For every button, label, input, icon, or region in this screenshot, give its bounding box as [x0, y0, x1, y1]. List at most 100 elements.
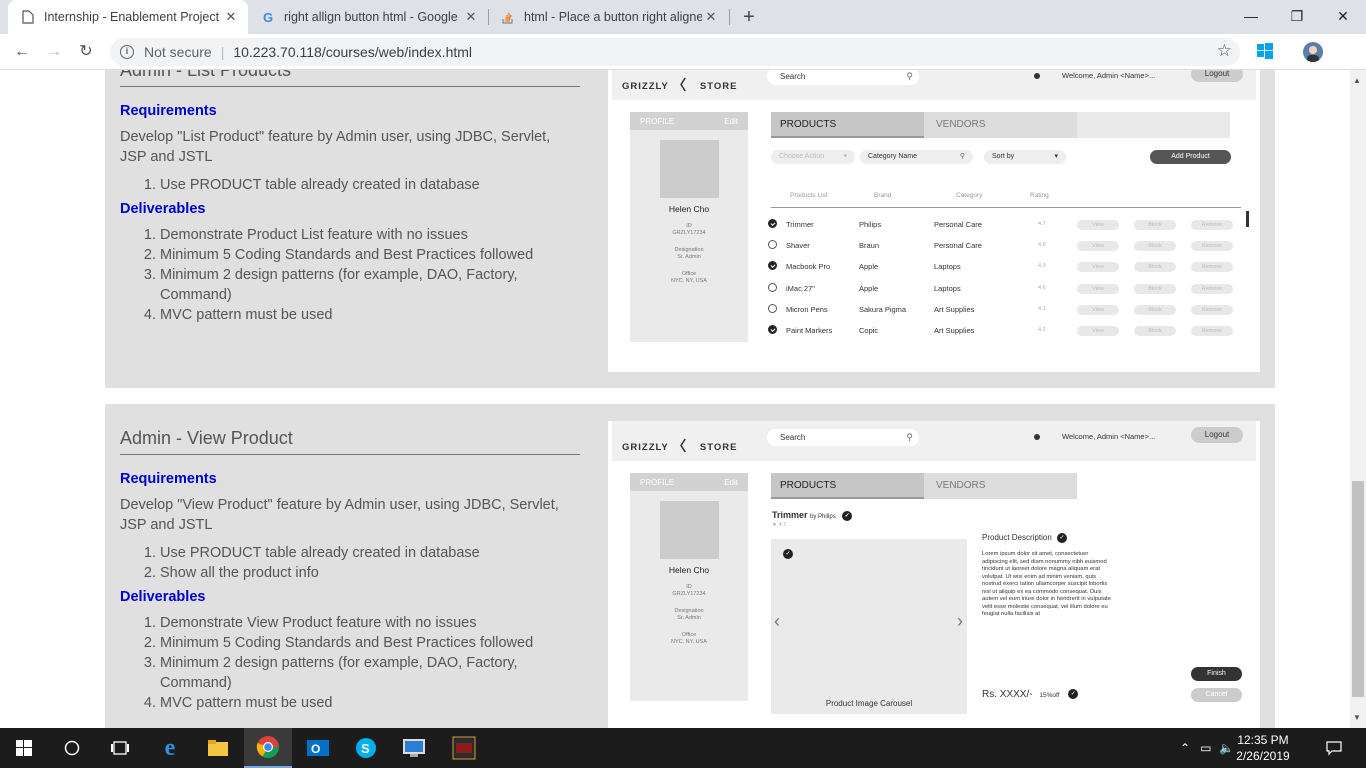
close-tab-icon[interactable]: ✕ — [222, 9, 240, 25]
product-brand: Braun — [859, 241, 880, 251]
product-category: Laptops — [934, 283, 961, 293]
product-name: iMac 27" — [786, 283, 815, 293]
close-window-button[interactable]: ✕ — [1320, 0, 1366, 34]
view-product-name: Trimmer by Philips ✓ — [772, 510, 853, 521]
description-text: Lorem ipsum dolor sit amet, consectetuer… — [982, 551, 1111, 617]
minimize-button[interactable]: — — [1228, 0, 1274, 34]
image-carousel: ✓ ‹ › Product Image Carousel — [771, 539, 967, 714]
row-action-button: Remove — [1191, 304, 1233, 315]
product-rating: 4.2 — [1038, 327, 1046, 333]
mock-search: Search ⚲ — [767, 429, 919, 446]
clock-date: 2/26/2019 — [1236, 749, 1290, 763]
back-button[interactable]: ← — [10, 40, 34, 64]
notifications-icon[interactable] — [1310, 728, 1358, 768]
search-icon: ⚲ — [906, 432, 913, 442]
store-logo: GRIZZLY 〈 STORE — [622, 438, 738, 454]
product-name: Micron Pens — [786, 304, 828, 314]
category-search: Category Name ⚲ — [860, 150, 973, 164]
new-tab-button[interactable]: + — [738, 4, 760, 30]
chrome-taskbar-icon[interactable] — [244, 728, 292, 768]
app-icon[interactable] — [440, 728, 488, 768]
tab-title: Internship - Enablement Project — [44, 10, 220, 24]
bookmark-star-icon[interactable]: ☆ — [1217, 41, 1232, 61]
close-tab-icon[interactable]: ✕ — [462, 9, 480, 25]
mock-welcome: Welcome, Admin <Name>... — [1062, 432, 1156, 441]
reload-button[interactable]: ↻ — [74, 40, 98, 64]
notification-icon — [1034, 73, 1040, 79]
product-rating: 4.8 — [1038, 242, 1046, 249]
row-action-button: View — [1077, 262, 1119, 273]
list-item: Demonstrate Product List feature with no… — [160, 225, 580, 245]
tab-stackoverflow[interactable]: html - Place a button right aligne ✕ — [488, 0, 728, 34]
list-item: Show all the product info — [160, 563, 580, 583]
table-header-line — [771, 207, 1241, 208]
sort-select: Sort by ▾ — [984, 150, 1066, 164]
product-category: Laptops — [934, 262, 961, 272]
chevron-up-icon[interactable]: ⌃ — [1180, 741, 1190, 755]
remote-desktop-icon[interactable] — [390, 728, 438, 768]
search-icon[interactable] — [48, 728, 96, 768]
section-view-product: Admin - View Product Requirements Develo… — [105, 404, 1275, 728]
stackoverflow-icon — [500, 9, 516, 25]
svg-text:S: S — [361, 741, 370, 756]
mock-logout: Logout — [1191, 427, 1243, 443]
profile-avatar[interactable] — [1303, 42, 1323, 62]
network-icon[interactable]: ▭ — [1200, 741, 1211, 755]
tab-title: html - Place a button right aligne — [524, 10, 702, 24]
product-brand: Apple — [859, 283, 879, 293]
svg-text:O: O — [311, 742, 320, 756]
clock[interactable]: 12:35 PM 2/26/2019 — [1227, 732, 1299, 764]
windows-taskbar: e O S ⌃ ▭ 🔈 12:35 PM 2/26/2019 — [0, 728, 1366, 768]
mock-header: GRIZZLY 〈 STORE Search ⚲ Welcome, Admin <… — [612, 70, 1256, 100]
deliverables-list: Demonstrate View Product feature with no… — [160, 613, 580, 713]
product-brand: Copic — [859, 326, 879, 335]
info-icon[interactable]: i — [120, 45, 134, 59]
google-icon: G — [262, 9, 274, 25]
product-name: Paint Markers — [786, 326, 833, 335]
table-scrollbar — [1246, 211, 1249, 227]
task-view-icon[interactable] — [96, 728, 144, 768]
start-button[interactable] — [0, 728, 48, 768]
description: Develop "View Product" feature by Admin … — [120, 497, 559, 533]
file-explorer-icon[interactable] — [194, 728, 242, 768]
page-scrollbar[interactable]: ▲ ▼ — [1350, 70, 1366, 728]
omnibox[interactable]: i Not secure | 10.223.70.118/courses/web… — [110, 38, 1240, 66]
product-category: Personal Care — [934, 241, 982, 251]
product-category: Personal Care — [934, 220, 982, 229]
section-title: Admin - List Products — [120, 70, 580, 87]
mock-tabs: PRODUCTS VENDORS — [771, 112, 1230, 138]
skype-icon[interactable]: S — [342, 728, 390, 768]
product-brand: Apple — [859, 262, 879, 272]
close-tab-icon[interactable]: ✕ — [702, 9, 720, 25]
mock-logout: Logout — [1191, 70, 1243, 82]
store-logo: GRIZZLY 〈 STORE — [622, 77, 738, 93]
product-category: Art Supplies — [934, 326, 975, 335]
section-text: Admin - View Product Requirements Develo… — [120, 428, 580, 719]
windows-extension-icon[interactable] — [1256, 42, 1276, 62]
tab-google-search[interactable]: G right allign button html - Google ✕ — [248, 0, 488, 34]
list-item: Minimum 5 Coding Standards and Best Prac… — [160, 633, 580, 653]
edge-icon[interactable]: e — [146, 728, 194, 768]
deliverables-heading: Deliverables — [120, 201, 206, 217]
row-action-button: Block — [1134, 326, 1176, 336]
wireframe-view-product: GRIZZLY 〈 STORE Search ⚲ Welcome, Admin <… — [608, 421, 1260, 728]
mock-profile: PROFILE Edit Helen Cho ID GRZLY17234 Desi… — [630, 112, 748, 342]
restore-button[interactable]: ❐ — [1274, 0, 1320, 34]
mock-profile: PROFILE Edit Helen Cho ID GRZLY17234 Desi… — [630, 473, 748, 701]
row-action-button: Remove — [1191, 326, 1233, 336]
add-product-button: Add Product — [1150, 150, 1231, 164]
product-rating: 4.9 — [1038, 263, 1046, 270]
row-radio — [768, 219, 777, 228]
tab-internship[interactable]: Internship - Enablement Project ✕ — [8, 0, 248, 34]
outlook-icon[interactable]: O — [294, 728, 342, 768]
row-radio — [768, 282, 777, 292]
scrollbar-thumb — [1352, 481, 1364, 697]
product-name: Shaver — [786, 241, 810, 251]
product-rating: 4.6 — [1038, 284, 1046, 291]
product-brand: Sakura Pigma — [859, 304, 907, 314]
section-title: Admin - View Product — [120, 428, 580, 455]
tab-title: right allign button html - Google — [284, 10, 458, 24]
search-icon: ⚲ — [906, 71, 913, 81]
requirements-heading: Requirements — [120, 471, 217, 487]
forward-button[interactable]: → — [42, 40, 66, 64]
